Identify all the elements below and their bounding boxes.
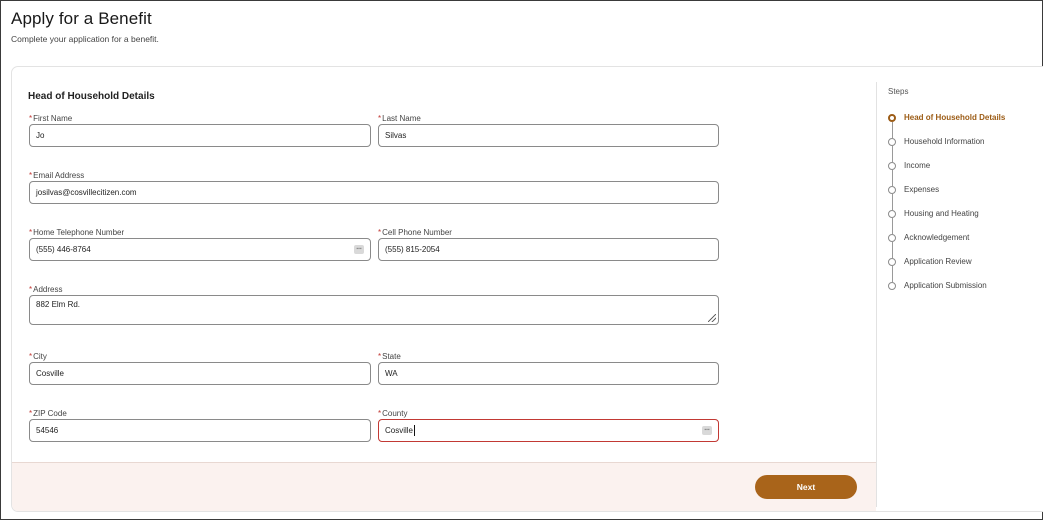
first-name-input[interactable]: Jo — [29, 124, 371, 147]
step-circle-icon — [888, 282, 896, 290]
required-marker: * — [29, 114, 33, 123]
home-phone-label: Home Telephone Number — [33, 228, 125, 237]
required-marker: * — [29, 352, 33, 361]
step-label: Expenses — [904, 185, 940, 194]
step-head-of-household[interactable]: Head of Household Details — [888, 109, 1043, 138]
step-expenses[interactable]: Expenses — [888, 181, 1043, 210]
address-value: 882 Elm Rd. — [36, 300, 81, 309]
first-name-field: *First Name Jo — [29, 113, 371, 147]
county-input[interactable]: Cosville ▪▪▪ — [378, 419, 719, 442]
step-label: Head of Household Details — [904, 113, 1006, 122]
zip-label: ZIP Code — [33, 409, 67, 418]
email-label: Email Address — [33, 171, 85, 180]
required-marker: * — [29, 171, 33, 180]
step-acknowledgement[interactable]: Acknowledgement — [888, 229, 1043, 258]
address-label: Address — [33, 285, 63, 294]
step-label: Income — [904, 161, 931, 170]
step-circle-icon — [888, 210, 896, 218]
required-marker: * — [29, 228, 33, 237]
county-value: Cosville — [385, 426, 414, 435]
step-housing-and-heating[interactable]: Housing and Heating — [888, 205, 1043, 234]
step-income[interactable]: Income — [888, 157, 1043, 186]
step-circle-icon — [888, 138, 896, 146]
required-marker: * — [378, 228, 382, 237]
home-phone-input[interactable]: (555) 446-8764 ▪▪▪ — [29, 238, 371, 261]
step-application-submission[interactable]: Application Submission — [888, 277, 1043, 301]
step-circle-icon — [888, 162, 896, 170]
required-marker: * — [29, 285, 33, 294]
autofill-icon[interactable]: ▪▪▪ — [702, 426, 712, 435]
page-title: Apply for a Benefit — [11, 9, 152, 28]
cell-phone-input[interactable]: (555) 815-2054 — [378, 238, 719, 261]
zip-input[interactable]: 54546 — [29, 419, 371, 442]
email-input[interactable]: josilvas@cosvillecitizen.com — [29, 181, 719, 204]
county-field: *County Cosville ▪▪▪ — [378, 408, 719, 442]
steps-title: Steps — [888, 87, 909, 96]
first-name-label: First Name — [33, 114, 73, 123]
step-current-icon — [888, 114, 896, 122]
state-label: State — [382, 352, 401, 361]
address-field: *Address 882 Elm Rd. — [29, 284, 719, 325]
step-label: Household Information — [904, 137, 985, 146]
cell-phone-field: *Cell Phone Number (555) 815-2054 — [378, 227, 719, 261]
home-phone-field: *Home Telephone Number (555) 446-8764 ▪▪… — [29, 227, 371, 261]
autofill-icon[interactable]: ▪▪▪ — [354, 245, 364, 254]
county-label: County — [382, 409, 408, 418]
next-button[interactable]: Next — [755, 475, 857, 499]
required-marker: * — [378, 114, 382, 123]
last-name-input[interactable]: Silvas — [378, 124, 719, 147]
page-header: Apply for a Benefit Complete your applic… — [11, 9, 159, 44]
cell-phone-label: Cell Phone Number — [382, 228, 452, 237]
required-marker: * — [29, 409, 33, 418]
zip-field: *ZIP Code 54546 — [29, 408, 371, 442]
state-field: *State WA — [378, 351, 719, 385]
step-label: Application Submission — [904, 281, 987, 290]
step-label: Acknowledgement — [904, 233, 970, 242]
step-label: Housing and Heating — [904, 209, 979, 218]
last-name-field: *Last Name Silvas — [378, 113, 719, 147]
steps-panel: Steps Head of Household Details Househol… — [888, 87, 1005, 290]
email-field: *Email Address josilvas@cosvillecitizen.… — [29, 170, 719, 204]
window-frame: Apply for a Benefit Complete your applic… — [0, 0, 1043, 520]
required-marker: * — [378, 409, 382, 418]
step-label: Application Review — [904, 257, 972, 266]
city-field: *City Cosville — [29, 351, 371, 385]
step-household-information[interactable]: Household Information — [888, 133, 1043, 162]
step-circle-icon — [888, 186, 896, 194]
step-application-review[interactable]: Application Review — [888, 253, 1043, 282]
state-input[interactable]: WA — [378, 362, 719, 385]
steps-divider — [876, 82, 877, 507]
required-marker: * — [378, 352, 382, 361]
resize-handle-icon[interactable] — [708, 314, 716, 322]
page-subtitle: Complete your application for a benefit. — [11, 34, 159, 44]
application-card: Head of Household Details *First Name Jo… — [11, 66, 1043, 512]
section-title: Head of Household Details — [28, 91, 155, 102]
step-circle-icon — [888, 258, 896, 266]
city-label: City — [33, 352, 47, 361]
address-textarea[interactable]: 882 Elm Rd. — [29, 295, 719, 325]
last-name-label: Last Name — [382, 114, 421, 123]
form-area: Head of Household Details *First Name Jo… — [12, 67, 876, 462]
step-circle-icon — [888, 234, 896, 242]
step-list: Head of Household Details Household Info… — [888, 109, 1043, 301]
form-footer: Next — [12, 462, 876, 511]
home-phone-value: (555) 446-8764 — [36, 245, 91, 254]
city-input[interactable]: Cosville — [29, 362, 371, 385]
text-cursor — [414, 425, 416, 437]
